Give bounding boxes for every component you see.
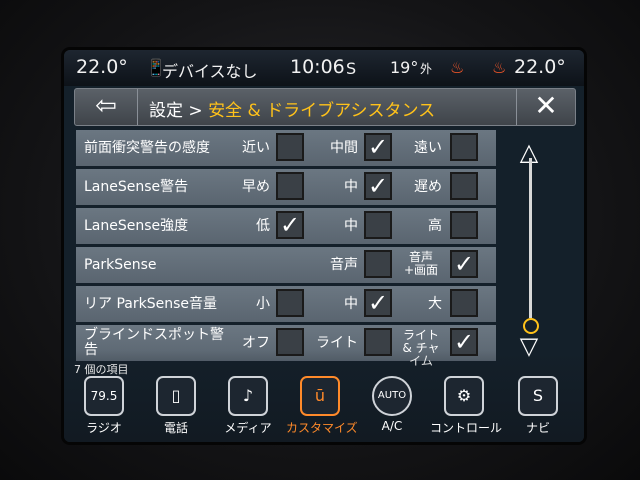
option-label: 近い (242, 140, 270, 156)
option-label: 小 (256, 296, 270, 312)
option-label: 低 (256, 218, 270, 234)
seat-controls-icon: ⚙ (444, 376, 484, 416)
page-title: 設定 > 安全 & ドライブアシスタンス (149, 96, 435, 121)
scroll-track[interactable] (529, 158, 532, 318)
ac-auto-icon: AUTO (372, 376, 412, 416)
option-label: 大 (428, 296, 442, 312)
checkbox-low[interactable]: ✓ (276, 211, 304, 239)
nav-customize[interactable]: ū カスタマイズ (286, 376, 358, 442)
passenger-temp[interactable]: 22.0° (514, 56, 566, 78)
setting-row-parksense: ParkSense 音声 音声+画面 ✓ (76, 247, 496, 283)
back-arrow-icon: ⇦ (95, 91, 117, 121)
item-count: 7 個の項目 (74, 363, 129, 376)
checkbox-audio-display[interactable]: ✓ (450, 250, 478, 278)
radio-icon: 79.5 (84, 376, 124, 416)
navigation-icon: S (518, 376, 558, 416)
nav-label: メディア (224, 421, 272, 435)
checkbox-late[interactable] (450, 172, 478, 200)
settings-list: 前面衝突警告の感度 近い 中間 ✓ 遠い LaneSense警告 早め 中 ✓ … (76, 130, 496, 368)
device-status: デバイスなし (162, 62, 258, 81)
checkbox-early[interactable] (276, 172, 304, 200)
option-label: 中 (344, 179, 358, 195)
scroll-control: △ ▽ (510, 130, 550, 360)
checkbox-near[interactable] (276, 133, 304, 161)
option-label: 遠い (414, 140, 442, 156)
nav-label: 電話 (163, 421, 188, 435)
option-label: 高 (428, 218, 442, 234)
nav-label: ラジオ (86, 421, 122, 435)
outside-label: 外 (420, 62, 433, 76)
media-icon: ♪ (228, 376, 268, 416)
option-label: 中 (344, 218, 358, 234)
close-button[interactable]: ✕ (516, 89, 575, 125)
nav-radio[interactable]: 79.5 ラジオ (70, 376, 138, 442)
nav-controls[interactable]: ⚙ コントロール (430, 376, 503, 442)
checkbox-audio[interactable] (364, 250, 392, 278)
option-label: 中 (344, 296, 358, 312)
heated-seat-icon[interactable]: ♨ (450, 58, 464, 77)
nav-navigation[interactable]: S ナビ (504, 376, 572, 442)
driver-temp[interactable]: 22.0° (76, 56, 128, 78)
option-label: 中間 (330, 140, 358, 156)
setting-label: ParkSense (84, 256, 157, 273)
setting-row-forward-collision: 前面衝突警告の感度 近い 中間 ✓ 遠い (76, 130, 496, 166)
setting-row-lanesense-strength: LaneSense強度 低 ✓ 中 高 (76, 208, 496, 244)
setting-row-rear-parksense-volume: リア ParkSense音量 小 中 ✓ 大 (76, 286, 496, 322)
checkbox-large[interactable] (450, 289, 478, 317)
breadcrumb-prefix: 設定 > (149, 101, 209, 121)
title-bar: ⇦ 設定 > 安全 & ドライブアシスタンス ✕ (74, 88, 576, 126)
option-label: 音声 (330, 257, 358, 273)
clock-suffix: S (346, 59, 357, 78)
nav-label: カスタマイズ (286, 421, 358, 435)
outside-temp: 19° (390, 58, 419, 77)
customize-icon: ū (300, 376, 340, 416)
setting-label: リア ParkSense音量 (84, 295, 217, 312)
nav-phone[interactable]: ▯ 電話 (142, 376, 210, 442)
close-icon: ✕ (534, 89, 558, 122)
back-button[interactable]: ⇦ (75, 89, 138, 125)
nav-label: コントロール (430, 421, 503, 435)
heated-steering-icon[interactable]: ♨ (492, 58, 506, 77)
nav-label: ナビ (525, 421, 550, 435)
checkbox-mid[interactable]: ✓ (364, 172, 392, 200)
setting-row-lanesense-warning: LaneSense警告 早め 中 ✓ 遅め (76, 169, 496, 205)
nav-label: A/C (381, 419, 403, 433)
checkbox-far[interactable] (450, 133, 478, 161)
nav-media[interactable]: ♪ メディア (214, 376, 282, 442)
setting-label: 前面衝突警告の感度 (84, 139, 210, 156)
bottom-nav: 79.5 ラジオ ▯ 電話 ♪ メディア ū カスタマイズ AUTO A/C ⚙… (64, 376, 584, 442)
setting-label: LaneSense警告 (84, 178, 189, 195)
setting-label: LaneSense強度 (84, 217, 189, 234)
option-label: 早め (242, 179, 270, 195)
checkbox-small[interactable] (276, 289, 304, 317)
breadcrumb-current: 安全 & ドライブアシスタンス (208, 101, 436, 121)
infotainment-screen: 22.0° 📱 デバイスなし 10:06 S 19° 外 ♨ ♨ 22.0° ⇦… (64, 50, 584, 442)
option-label: 音声+画面 (403, 250, 439, 277)
checkbox-medium[interactable]: ✓ (364, 133, 392, 161)
phone-icon: ▯ (156, 376, 196, 416)
nav-ac[interactable]: AUTO A/C (358, 376, 426, 442)
status-bar: 22.0° 📱 デバイスなし 10:06 S 19° 外 ♨ ♨ 22.0° (64, 50, 584, 86)
checkbox-high[interactable] (450, 211, 478, 239)
checkbox-mid[interactable]: ✓ (364, 289, 392, 317)
option-label: 遅め (414, 179, 442, 195)
checkbox-mid[interactable] (364, 211, 392, 239)
clock-time: 10:06 (290, 56, 345, 78)
